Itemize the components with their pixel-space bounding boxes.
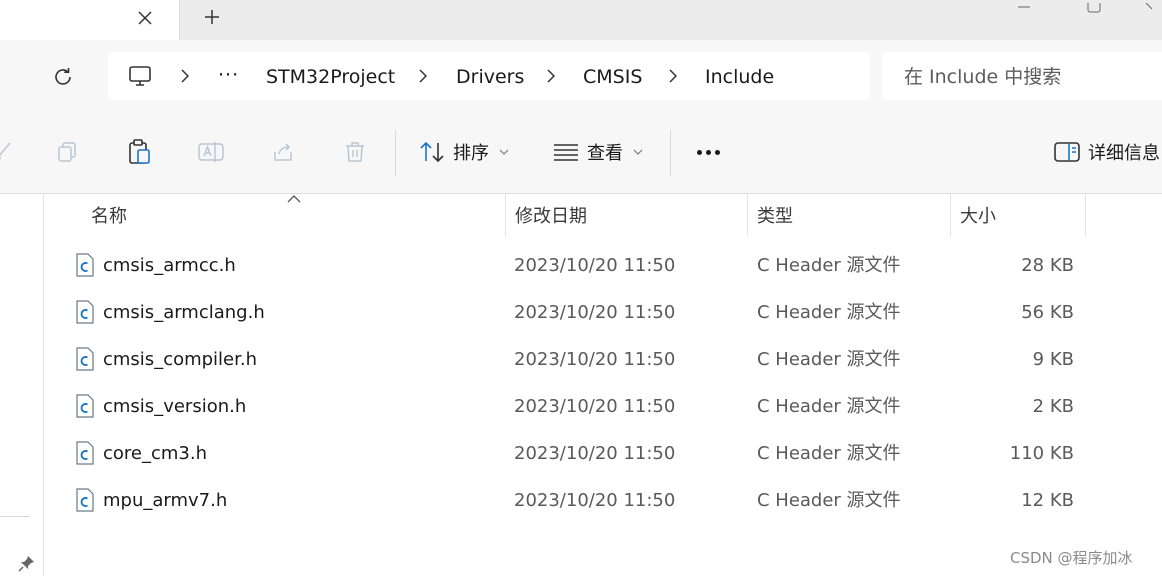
file-size: 12 KB xyxy=(1021,490,1074,511)
c-header-file-icon xyxy=(76,488,94,512)
file-type: C Header 源文件 xyxy=(757,255,901,276)
breadcrumb-item-cmsis[interactable]: CMSIS xyxy=(583,64,642,90)
column-header: 名称 修改日期 类型 大小 xyxy=(44,194,1162,236)
view-icon xyxy=(554,144,578,161)
file-row[interactable]: cmsis_version.h 2023/10/20 11:50 C Heade… xyxy=(44,383,1162,430)
chevron-right-icon[interactable] xyxy=(416,68,430,84)
toolbar-divider xyxy=(395,130,396,176)
maximize-button[interactable] xyxy=(1074,0,1114,13)
command-bar: 排序 查看 详细信息 xyxy=(0,110,1162,194)
file-size: 28 KB xyxy=(1021,255,1074,276)
file-row[interactable]: cmsis_armclang.h 2023/10/20 11:50 C Head… xyxy=(44,289,1162,336)
trash-icon[interactable] xyxy=(341,138,369,166)
breadcrumb[interactable]: ··· STM32Project Drivers CMSIS Include xyxy=(108,52,870,100)
close-icon[interactable] xyxy=(132,5,158,31)
view-button[interactable]: 查看 xyxy=(553,138,643,166)
file-row[interactable]: mpu_armv7.h 2023/10/20 11:50 C Header 源文… xyxy=(44,477,1162,524)
c-header-file-icon xyxy=(76,253,94,277)
file-date: 2023/10/20 11:50 xyxy=(514,349,676,370)
sort-icon xyxy=(420,141,444,163)
file-size: 110 KB xyxy=(1009,443,1074,464)
share-icon[interactable] xyxy=(269,138,297,166)
file-list: 名称 修改日期 类型 大小 cmsis_armcc.h 2023/10/20 1… xyxy=(44,194,1162,576)
column-header-type[interactable]: 类型 xyxy=(747,194,950,236)
file-type: C Header 源文件 xyxy=(757,443,901,464)
file-name: cmsis_version.h xyxy=(103,396,247,417)
column-separator[interactable] xyxy=(1085,194,1086,236)
tab-strip xyxy=(0,0,1162,40)
breadcrumb-item-include[interactable]: Include xyxy=(705,64,774,90)
c-header-file-icon xyxy=(76,347,94,371)
file-name: cmsis_compiler.h xyxy=(103,349,258,370)
close-window-button[interactable] xyxy=(1140,0,1162,12)
search-input[interactable]: 在 Include 中搜索 xyxy=(882,52,1162,100)
sort-ascending-icon xyxy=(287,195,301,203)
computer-icon[interactable] xyxy=(128,64,152,88)
more-options-button[interactable] xyxy=(690,138,726,166)
dot-icon xyxy=(714,149,720,155)
file-name: mpu_armv7.h xyxy=(103,490,228,511)
file-type: C Header 源文件 xyxy=(757,396,901,417)
file-name: cmsis_armcc.h xyxy=(103,255,236,276)
sort-label: 排序 xyxy=(453,143,489,164)
nav-divider xyxy=(0,516,30,517)
search-placeholder: 在 Include 中搜索 xyxy=(904,66,1062,88)
dot-icon xyxy=(696,149,702,155)
file-date: 2023/10/20 11:50 xyxy=(514,490,676,511)
file-date: 2023/10/20 11:50 xyxy=(514,302,676,323)
file-date: 2023/10/20 11:50 xyxy=(514,255,676,276)
breadcrumb-item-stm32project[interactable]: STM32Project xyxy=(266,64,395,90)
file-date: 2023/10/20 11:50 xyxy=(514,443,676,464)
c-header-file-icon xyxy=(76,300,94,324)
toolbar-divider xyxy=(670,130,671,176)
file-name: core_cm3.h xyxy=(103,443,208,464)
file-size: 56 KB xyxy=(1021,302,1074,323)
navigation-pane xyxy=(0,194,44,576)
watermark: CSDN @程序加冰 xyxy=(1010,549,1133,567)
refresh-icon[interactable] xyxy=(48,62,78,92)
c-header-file-icon xyxy=(76,441,94,465)
chevron-down-icon xyxy=(633,149,643,155)
cut-icon[interactable] xyxy=(0,138,16,166)
file-date: 2023/10/20 11:50 xyxy=(514,396,676,417)
chevron-right-icon[interactable] xyxy=(178,68,192,84)
chevron-down-icon xyxy=(499,149,509,155)
c-header-file-icon xyxy=(76,394,94,418)
details-pane-icon xyxy=(1054,142,1080,162)
chevron-right-icon[interactable] xyxy=(544,68,558,84)
details-pane-button[interactable]: 详细信息 xyxy=(1054,138,1160,166)
breadcrumb-item-drivers[interactable]: Drivers xyxy=(456,64,524,90)
file-type: C Header 源文件 xyxy=(757,490,901,511)
pin-icon[interactable] xyxy=(18,554,36,572)
address-row: ··· STM32Project Drivers CMSIS Include 在… xyxy=(0,40,1162,110)
sort-button[interactable]: 排序 xyxy=(419,138,509,166)
file-size: 2 KB xyxy=(1032,396,1074,417)
view-label: 查看 xyxy=(587,143,623,164)
breadcrumb-more[interactable]: ··· xyxy=(218,62,239,88)
file-type: C Header 源文件 xyxy=(757,302,901,323)
column-header-date[interactable]: 修改日期 xyxy=(505,194,747,236)
file-size: 9 KB xyxy=(1032,349,1074,370)
column-header-size[interactable]: 大小 xyxy=(950,194,1085,236)
file-row[interactable]: core_cm3.h 2023/10/20 11:50 C Header 源文件… xyxy=(44,430,1162,477)
file-name: cmsis_armclang.h xyxy=(103,302,265,323)
tab-active[interactable] xyxy=(0,0,180,40)
file-row[interactable]: cmsis_armcc.h 2023/10/20 11:50 C Header … xyxy=(44,242,1162,289)
chevron-right-icon[interactable] xyxy=(666,68,680,84)
file-type: C Header 源文件 xyxy=(757,349,901,370)
paste-icon[interactable] xyxy=(125,138,153,166)
file-row[interactable]: cmsis_compiler.h 2023/10/20 11:50 C Head… xyxy=(44,336,1162,383)
details-label: 详细信息 xyxy=(1088,143,1160,164)
rename-icon[interactable] xyxy=(197,138,225,166)
copy-icon[interactable] xyxy=(53,138,81,166)
minimize-button[interactable] xyxy=(1004,0,1044,12)
plus-icon[interactable] xyxy=(198,3,226,31)
dot-icon xyxy=(705,149,711,155)
